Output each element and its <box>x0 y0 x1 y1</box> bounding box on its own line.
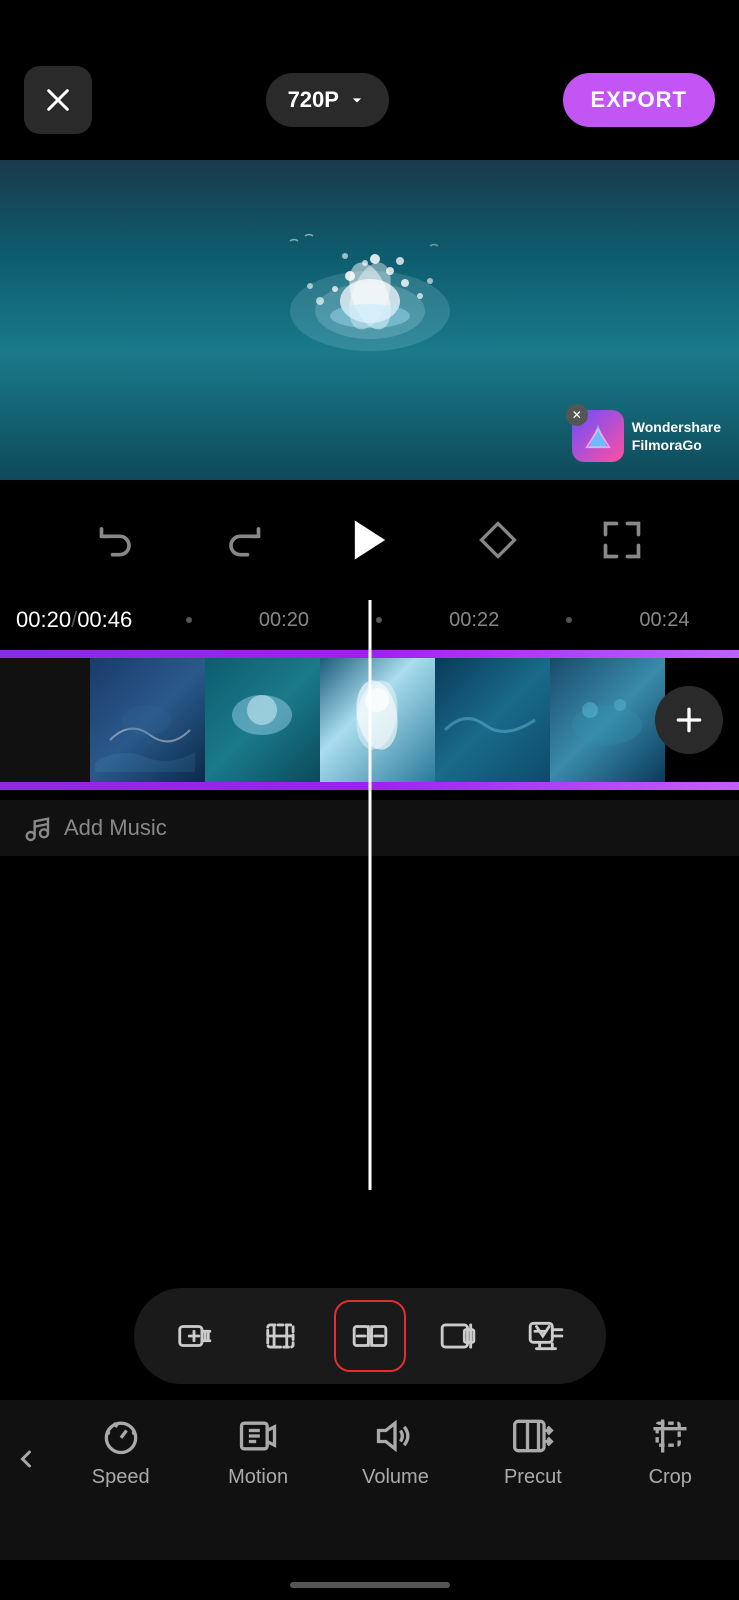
video-preview: ✕ WondershareFilmoraGo <box>0 160 739 480</box>
playhead <box>368 600 371 1190</box>
bottom-nav: Speed Motion Volume <box>0 1400 739 1560</box>
motion-label: Motion <box>228 1466 288 1489</box>
video-frame-3 <box>320 658 435 782</box>
nav-items: Speed Motion Volume <box>52 1414 739 1489</box>
marker-24: 00:24 <box>639 609 689 632</box>
quality-label: 720P <box>288 87 339 113</box>
toolbar-adjust-button[interactable] <box>422 1300 494 1372</box>
current-time: 00:20/00:46 <box>16 607 132 633</box>
marker-20: 00:20 <box>259 609 309 632</box>
music-icon <box>20 812 52 844</box>
close-button[interactable] <box>24 66 92 134</box>
volume-label: Volume <box>362 1466 429 1489</box>
toolbar-add-button[interactable] <box>158 1300 230 1372</box>
crop-label: Crop <box>649 1466 692 1489</box>
motion-icon <box>236 1414 280 1458</box>
watermark-text: WondershareFilmoraGo <box>632 418 721 454</box>
toolbar-split-button[interactable] <box>334 1300 406 1372</box>
crop-icon <box>648 1414 692 1458</box>
nav-motion[interactable]: Motion <box>203 1414 313 1489</box>
back-button[interactable] <box>0 1414 52 1504</box>
toolbar-trim-button[interactable] <box>246 1300 318 1372</box>
video-frame-4 <box>435 658 550 782</box>
marker-22: 00:22 <box>449 609 499 632</box>
precut-label: Precut <box>504 1466 562 1489</box>
speed-label: Speed <box>92 1466 150 1489</box>
add-clip-button[interactable] <box>655 686 723 754</box>
toolbar-effects-button[interactable] <box>510 1300 582 1372</box>
precut-icon <box>511 1414 555 1458</box>
speed-icon <box>99 1414 143 1458</box>
time-markers: 00:20 00:22 00:24 <box>132 609 723 632</box>
dot-1 <box>186 617 192 623</box>
toolbar-container <box>134 1288 606 1384</box>
export-button[interactable]: EXPORT <box>563 73 715 127</box>
add-music-label: Add Music <box>64 815 167 841</box>
top-bar: 720P EXPORT <box>0 0 739 160</box>
nav-volume[interactable]: Volume <box>340 1414 450 1489</box>
frame-black <box>0 658 90 782</box>
scroll-indicator <box>290 1582 450 1588</box>
edit-toolbar <box>0 1286 739 1386</box>
video-frame-5 <box>550 658 665 782</box>
dot-3 <box>566 617 572 623</box>
nav-speed[interactable]: Speed <box>66 1414 176 1489</box>
undo-button[interactable] <box>96 518 140 562</box>
redo-button[interactable] <box>220 518 264 562</box>
dot-2 <box>376 617 382 623</box>
watermark-close[interactable]: ✕ <box>566 404 588 426</box>
nav-precut[interactable]: Precut <box>478 1414 588 1489</box>
watermark: ✕ WondershareFilmoraGo <box>572 410 721 462</box>
volume-icon <box>373 1414 417 1458</box>
nav-crop[interactable]: Crop <box>615 1414 725 1489</box>
video-frame-1 <box>90 658 205 782</box>
video-frame-2 <box>205 658 320 782</box>
quality-button[interactable]: 720P <box>266 73 389 127</box>
export-label: EXPORT <box>591 87 687 112</box>
fullscreen-button[interactable] <box>600 518 644 562</box>
play-button[interactable] <box>344 514 396 566</box>
video-content <box>260 221 480 401</box>
playback-controls <box>0 480 739 600</box>
keyframe-button[interactable] <box>476 518 520 562</box>
